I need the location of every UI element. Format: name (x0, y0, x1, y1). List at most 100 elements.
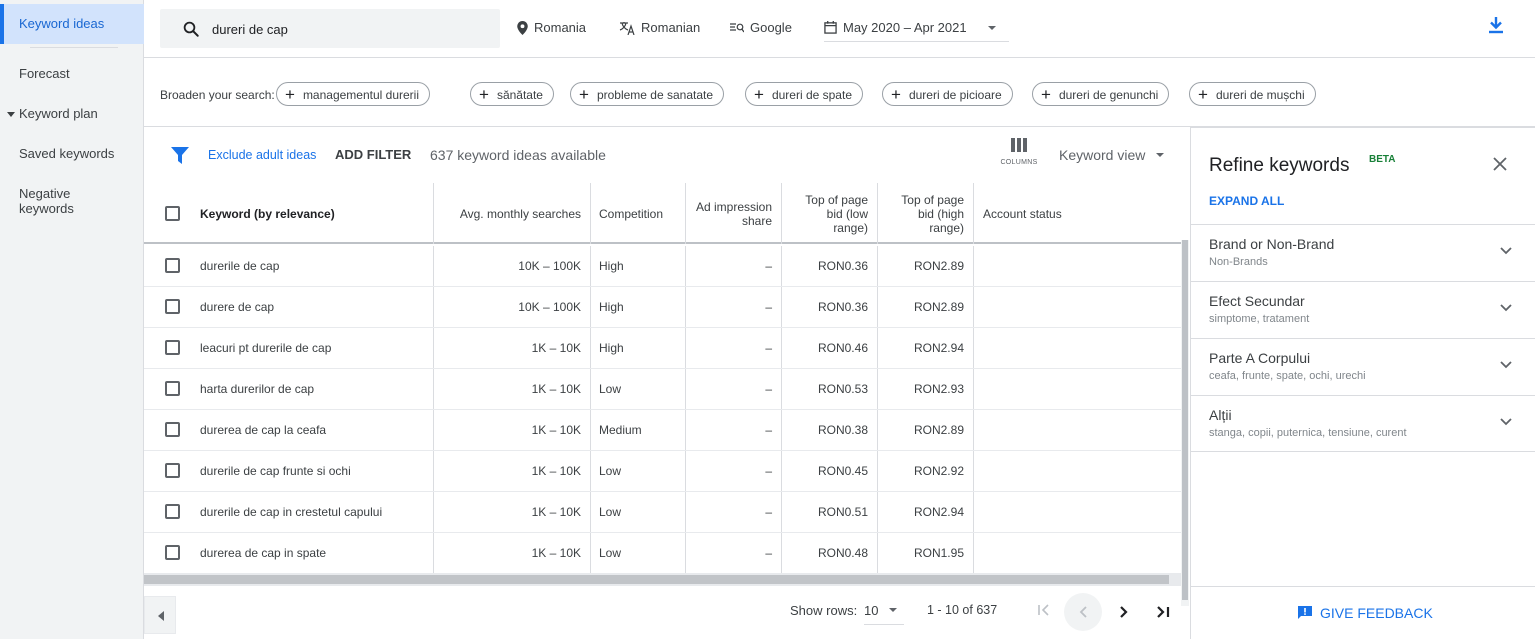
columns-button[interactable]: COLUMNS (994, 138, 1044, 178)
cell-value: 1K – 10K (531, 382, 581, 396)
cell-searches: 1K – 10K (434, 533, 591, 573)
row-checkbox[interactable] (165, 463, 180, 478)
plus-icon: + (891, 85, 901, 104)
select-all-checkbox[interactable] (165, 206, 180, 221)
cell-high: RON2.92 (878, 451, 974, 491)
column-header-searches[interactable]: Avg. monthly searches (434, 183, 591, 244)
row-checkbox[interactable] (165, 504, 180, 519)
column-header-competition[interactable]: Competition (591, 183, 686, 244)
broaden-chip[interactable]: + dureri de mușchi (1189, 82, 1316, 106)
scroll-left-button[interactable] (144, 596, 176, 634)
give-feedback-button[interactable]: GIVE FEEDBACK (1298, 605, 1433, 621)
row-checkbox[interactable] (165, 381, 180, 396)
row-checkbox[interactable] (165, 422, 180, 437)
columns-icon (1011, 138, 1027, 152)
rows-per-page-select[interactable]: 10 (864, 603, 904, 625)
cell-high: RON2.94 (878, 492, 974, 532)
dropdown-arrow-icon (889, 608, 898, 612)
table-row[interactable]: durere de cap 10K – 100K High – RON0.36 RON2.… (144, 287, 1181, 328)
add-filter-button[interactable]: ADD FILTER (335, 147, 411, 162)
table-row[interactable]: durerile de cap frunte si ochi 1K – 10K Lo… (144, 451, 1181, 492)
table-row[interactable]: durerea de cap in spate 1K – 10K Low – RON0.… (144, 533, 1181, 574)
close-icon[interactable] (1493, 157, 1507, 171)
vertical-scrollbar[interactable] (1181, 240, 1189, 606)
cell-value[interactable]: leacuri pt durerile de cap (200, 341, 331, 355)
download-icon[interactable] (1489, 16, 1503, 34)
sidebar-item-keyword-plan[interactable]: Keyword plan (0, 106, 144, 121)
broaden-chip[interactable]: + dureri de genunchi (1032, 82, 1170, 106)
table-row[interactable]: harta durerilor de cap 1K – 10K Low – RON0.5… (144, 369, 1181, 410)
column-header-bid-low[interactable]: Top of page bid (low range) (782, 183, 878, 244)
scrollbar-thumb[interactable] (144, 575, 1169, 584)
cell-value[interactable]: durerea de cap la ceafa (200, 423, 326, 437)
first-page-icon[interactable] (1038, 604, 1050, 616)
cell-value: RON0.36 (817, 300, 868, 314)
column-header-account-status[interactable]: Account status (974, 183, 1181, 244)
cell-value: Low (599, 464, 622, 478)
last-page-icon[interactable] (1156, 606, 1170, 618)
refine-section-efect-secundar[interactable]: Efect Secundar simptome, tratament (1191, 281, 1535, 338)
cell-value[interactable]: durerile de cap (200, 259, 279, 273)
search-input[interactable] (212, 19, 482, 39)
horizontal-scrollbar[interactable] (144, 574, 1181, 585)
keyword-view-selector[interactable]: Keyword view (1059, 147, 1165, 163)
sidebar: Keyword ideas Forecast Keyword plan Save… (0, 0, 144, 639)
language-selector[interactable]: Romanian (619, 20, 700, 35)
table-row[interactable]: durerea de cap la ceafa 1K – 10K Medium – RO… (144, 410, 1181, 451)
broaden-chip[interactable]: + sănătate (470, 82, 554, 106)
cell-low: RON0.36 (782, 246, 878, 286)
refine-section-altii[interactable]: Alții stanga, copii, puternica, tensiune… (1191, 395, 1535, 452)
cell-status (974, 492, 1181, 532)
section-subtitle: Non-Brands (1209, 256, 1268, 268)
sidebar-item-saved-keywords[interactable]: Saved keywords (0, 146, 144, 161)
cell-status (974, 369, 1181, 409)
scrollbar-thumb[interactable] (1182, 240, 1188, 600)
plus-icon: + (479, 85, 489, 104)
location-selector[interactable]: Romania (517, 20, 586, 35)
chevron-right-icon[interactable] (1119, 606, 1129, 618)
cell-value[interactable]: durerea de cap in spate (200, 546, 326, 560)
row-checkbox[interactable] (165, 258, 180, 273)
page-range-text: 1 - 10 of 637 (927, 603, 998, 617)
filter-icon[interactable] (171, 147, 189, 164)
date-range-selector[interactable]: May 2020 – Apr 2021 (824, 20, 997, 35)
row-checkbox[interactable] (165, 340, 180, 355)
column-header-impression-share[interactable]: Ad impression share (686, 183, 782, 244)
cell-value[interactable]: harta durerilor de cap (200, 382, 314, 396)
table-row[interactable]: durerile de cap in crestetul capului 1K –… (144, 492, 1181, 533)
sidebar-item-negative-keywords[interactable]: Negative keywords (0, 186, 100, 216)
cell-value: RON0.45 (817, 464, 868, 478)
refine-section-brand[interactable]: Brand or Non-Brand Non-Brands (1191, 224, 1535, 281)
show-rows-label: Show rows: (790, 603, 858, 618)
table-row[interactable]: durerile de cap 10K – 100K High – RON0.36 RON… (144, 246, 1181, 287)
sidebar-item-forecast[interactable]: Forecast (0, 66, 144, 81)
columns-label: COLUMNS (1000, 159, 1038, 166)
broaden-chip[interactable]: + managementul durerii (276, 82, 430, 106)
cell-value[interactable]: durerile de cap frunte si ochi (200, 464, 351, 478)
broaden-chip[interactable]: + dureri de picioare (882, 82, 1013, 106)
network-selector[interactable]: Google (730, 20, 792, 35)
sidebar-item-keyword-ideas[interactable]: Keyword ideas (0, 4, 144, 44)
table-row[interactable]: leacuri pt durerile de cap 1K – 10K High – R… (144, 328, 1181, 369)
plus-icon: + (579, 85, 589, 104)
cell-value[interactable]: durerile de cap in crestetul capului (200, 505, 382, 519)
header-label: Account status (983, 206, 1062, 221)
row-checkbox[interactable] (165, 299, 180, 314)
cell-value: 10K – 100K (518, 259, 581, 273)
row-checkbox[interactable] (165, 545, 180, 560)
cell-low: RON0.45 (782, 451, 878, 491)
expand-all-button[interactable]: EXPAND ALL (1209, 194, 1284, 208)
cell-value[interactable]: durere de cap (200, 300, 274, 314)
column-header-bid-high[interactable]: Top of page bid (high range) (878, 183, 974, 244)
cell-value: RON0.48 (817, 546, 868, 560)
previous-page-button[interactable] (1064, 593, 1102, 631)
cell-impression: – (686, 246, 782, 286)
calendar-icon (824, 21, 837, 34)
search-box[interactable] (160, 9, 500, 48)
refine-section-parte-a-corpului[interactable]: Parte A Corpului ceafa, frunte, spate, o… (1191, 338, 1535, 395)
broaden-chip[interactable]: + probleme de sanatate (570, 82, 725, 106)
broaden-chip[interactable]: + dureri de spate (745, 82, 863, 106)
sidebar-item-label: Saved keywords (19, 146, 115, 161)
column-header-keyword[interactable]: Keyword (by relevance) (200, 183, 434, 244)
exclude-adult-ideas-link[interactable]: Exclude adult ideas (208, 148, 316, 162)
